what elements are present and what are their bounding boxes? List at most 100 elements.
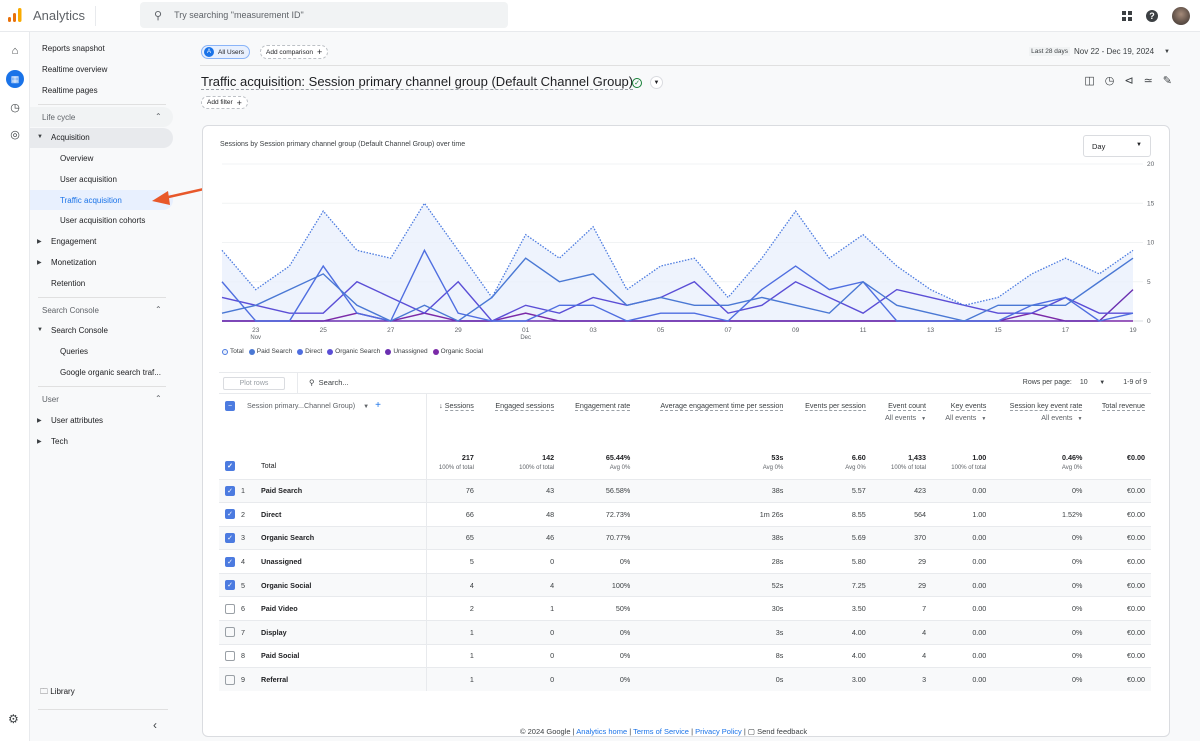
analytics-home-link[interactable]: Analytics home [576, 727, 627, 736]
share-icon[interactable]: ⊲ [1124, 74, 1133, 87]
add-dimension-plus-icon[interactable]: + [375, 400, 381, 411]
add-filter-button[interactable]: Add filter + [201, 96, 248, 109]
rows-per-page-select[interactable]: 10 ▼ [1080, 379, 1105, 386]
table-row[interactable]: ✓ 1 Paid Search 76 43 56.58% 38s 5.57 423 0.00 0% €… [219, 478, 1151, 503]
row-metric-cell: 50% [560, 596, 637, 621]
insights-icon[interactable]: ◷ [1105, 74, 1115, 87]
legend-item[interactable]: Total [222, 348, 244, 355]
reports-icon[interactable]: ▦ [6, 70, 24, 88]
totals-checkbox[interactable]: ✓ [225, 460, 235, 471]
nav-item-traffic-acquisition[interactable]: Traffic acquisition [60, 196, 122, 205]
totals-label: Total [255, 449, 427, 479]
nav-item-realtime-overview[interactable]: Realtime overview [42, 65, 107, 74]
chevron-up-icon[interactable]: ⌃ [155, 112, 162, 121]
nav-item-user-acquisition[interactable]: User acquisition [60, 175, 117, 184]
row-checkbox[interactable]: ✓ [225, 580, 235, 591]
legend-item[interactable]: Organic Social [432, 348, 483, 355]
column-header[interactable]: Events per session [789, 394, 871, 449]
row-metric-cell: 0.00 [932, 667, 993, 692]
nav-item-overview[interactable]: Overview [60, 154, 93, 163]
apps-grid-icon[interactable] [1122, 11, 1132, 21]
row-checkbox[interactable]: ✓ [225, 556, 235, 567]
nav-item-queries[interactable]: Queries [60, 347, 88, 356]
total-cell: 65.44% Avg 0% [560, 449, 636, 479]
compare-columns-icon[interactable]: ◫ [1084, 74, 1094, 87]
title-dropdown-icon[interactable]: ▼ [650, 76, 663, 89]
column-header[interactable]: Session key event rate All events ▼ [992, 394, 1088, 449]
select-all-checkbox[interactable]: − [225, 401, 235, 412]
nav-item-monetization[interactable]: Monetization [51, 258, 96, 267]
row-metric-cell: €0.00 [1088, 502, 1151, 527]
add-comparison-button[interactable]: Add comparison + [260, 45, 329, 59]
column-header[interactable]: Engaged sessions [480, 394, 560, 449]
dimension-header[interactable]: Session primary...Channel Group) ▼ + [241, 394, 427, 449]
privacy-policy-link[interactable]: Privacy Policy [695, 727, 742, 736]
row-index: 5 [241, 572, 255, 597]
nav-item-search-console[interactable]: Search Console [51, 326, 108, 335]
x-tick-label: 15 [994, 327, 1002, 334]
table-row[interactable]: 8 Paid Social 1 0 0% 8s 4.00 4 0.00 0% €0.00 [219, 643, 1151, 668]
legend-item[interactable]: Direct [297, 348, 322, 355]
row-checkbox[interactable]: ✓ [225, 509, 235, 520]
edit-pencil-icon[interactable]: ✎ [1163, 74, 1172, 87]
y-tick-label: 5 [1147, 279, 1151, 286]
chevron-up-icon[interactable]: ⌃ [155, 305, 162, 314]
table-row[interactable]: 6 Paid Video 2 1 50% 30s 3.50 7 0.00 0% €0.00 [219, 596, 1151, 621]
avatar[interactable] [1172, 7, 1190, 25]
nav-item-user-attributes[interactable]: User attributes [51, 416, 103, 425]
trend-icon[interactable]: ≃ [1144, 74, 1153, 87]
global-search-input[interactable]: ⚲ Try searching "measurement ID" [140, 2, 508, 28]
row-checkbox[interactable] [225, 603, 235, 614]
nav-item-tech[interactable]: Tech [51, 437, 68, 446]
row-checkbox[interactable]: ✓ [225, 533, 235, 544]
segment-chip-all-users[interactable]: A All Users [201, 45, 251, 59]
plot-rows-button[interactable]: Plot rows [223, 377, 285, 390]
event-filter-select[interactable]: All events ▼ [998, 412, 1082, 425]
nav-item-library[interactable]: 🗀 Library [40, 686, 75, 700]
table-row[interactable]: ✓ 3 Organic Search 65 46 70.77% 38s 5.69 370 0.00… [219, 525, 1151, 550]
folder-icon: 🗀 [40, 687, 48, 696]
table-row[interactable]: ✓ 5 Organic Social 4 4 100% 52s 7.25 29 0.00 0% €0.… [219, 572, 1151, 597]
nav-item-retention[interactable]: Retention [51, 279, 85, 288]
send-feedback-link[interactable]: Send feedback [757, 727, 807, 736]
legend-item[interactable]: Organic Search [327, 348, 380, 355]
nav-item-engagement[interactable]: Engagement [51, 237, 96, 246]
table-search-input[interactable]: ⚲ Search... [309, 378, 349, 387]
event-filter-select[interactable]: All events ▼ [938, 412, 986, 425]
column-header[interactable]: Total revenue [1088, 394, 1151, 449]
page-title[interactable]: Traffic acquisition: Session primary cha… [201, 74, 634, 90]
table-row[interactable]: ✓ 2 Direct 66 48 72.73% 1m 26s 8.55 564 1.00 1.52%… [219, 502, 1151, 527]
chevron-up-icon[interactable]: ⌃ [155, 394, 162, 403]
table-row[interactable]: 7 Display 1 0 0% 3s 4.00 4 0.00 0% €0.00 [219, 620, 1151, 645]
nav-item-google-organic-search-traffic[interactable]: Google organic search traf... [60, 368, 161, 377]
table-row[interactable]: ✓ 4 Unassigned 5 0 0% 28s 5.80 29 0.00 0% €0.00 [219, 549, 1151, 574]
row-checkbox[interactable] [225, 674, 235, 685]
home-icon[interactable]: ⌂ [6, 42, 24, 60]
row-metric-cell: 66 [426, 502, 480, 527]
column-header[interactable]: ↓ Sessions [426, 394, 480, 449]
settings-gear-icon[interactable]: ⚙ [8, 712, 19, 726]
column-header[interactable]: Event count All events ▼ [872, 394, 932, 449]
column-header[interactable]: Key events All events ▼ [932, 394, 992, 449]
x-tick-sublabel: Nov [250, 335, 261, 341]
column-header[interactable]: Engagement rate [560, 394, 636, 449]
explore-icon[interactable]: ◷ [6, 98, 24, 116]
row-checkbox[interactable] [225, 627, 235, 638]
legend-item[interactable]: Paid Search [248, 348, 292, 355]
nav-item-reports-snapshot[interactable]: Reports snapshot [42, 44, 105, 53]
row-metric-cell: 38s [636, 478, 790, 503]
terms-of-service-link[interactable]: Terms of Service [633, 727, 689, 736]
help-icon[interactable]: ? [1146, 10, 1158, 22]
legend-label: Organic Search [335, 348, 381, 355]
collapse-nav-chevron-icon[interactable]: ‹ [153, 718, 157, 732]
nav-item-user-acquisition-cohorts[interactable]: User acquisition cohorts [60, 216, 145, 225]
column-header[interactable]: Average engagement time per session [636, 394, 789, 449]
row-checkbox[interactable]: ✓ [225, 485, 235, 496]
table-row[interactable]: 9 Referral 1 0 0% 0s 3.00 3 0.00 0% €0.00 [219, 667, 1151, 692]
legend-item[interactable]: Unassigned [385, 348, 428, 355]
nav-item-realtime-pages[interactable]: Realtime pages [42, 86, 98, 95]
date-range-picker[interactable]: Last 28 days Nov 22 - Dec 19, 2024 ▼ [1029, 47, 1170, 56]
row-checkbox[interactable] [225, 651, 235, 661]
event-filter-select[interactable]: All events ▼ [878, 412, 926, 425]
advertising-icon[interactable]: ◎ [6, 125, 24, 143]
